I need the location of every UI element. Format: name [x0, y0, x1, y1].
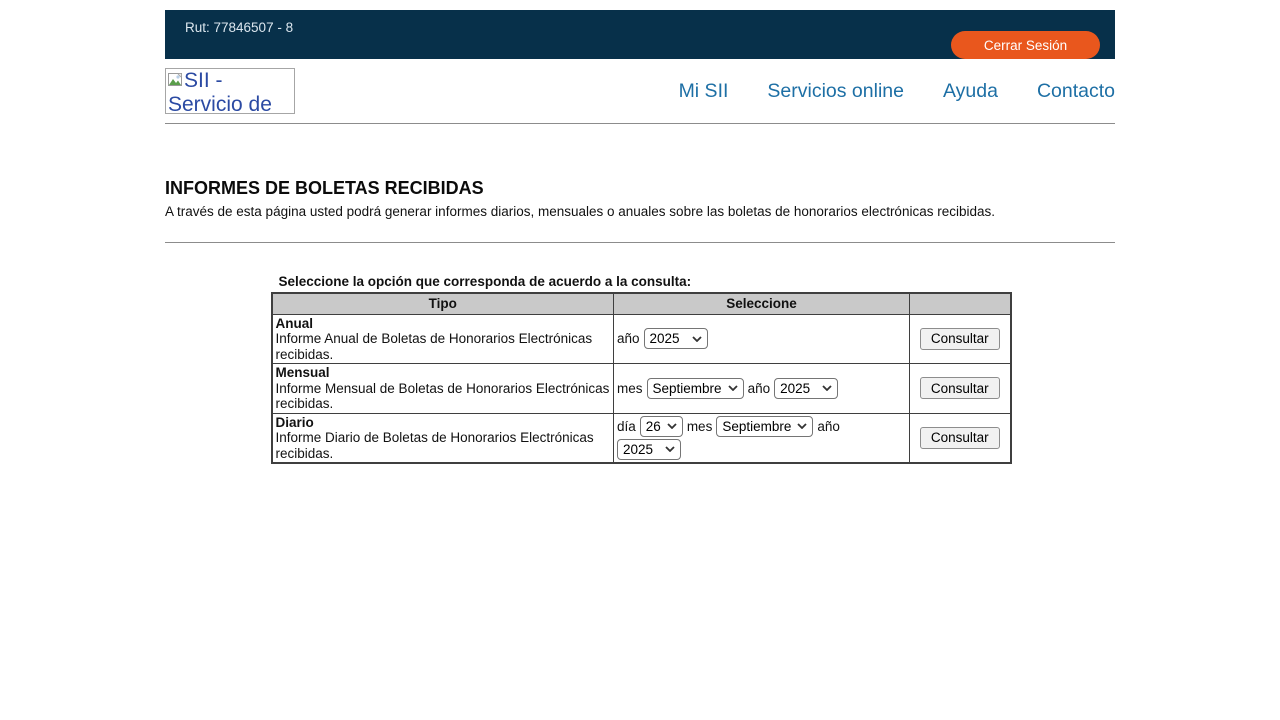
broken-logo-image: SII - Servicio de	[165, 68, 295, 114]
mensual-description: Informe Mensual de Boletas de Honorarios…	[276, 381, 610, 412]
broken-image-icon	[168, 69, 183, 93]
mensual-consultar-button[interactable]: Consultar	[920, 377, 1000, 399]
anual-action-cell: Consultar	[910, 314, 1011, 364]
mensual-year-value: 2025	[780, 381, 810, 396]
diario-month-value: Septiembre	[722, 419, 791, 434]
sii-logo-link[interactable]: SII - Servicio de	[165, 68, 295, 114]
column-header-actions	[910, 293, 1011, 314]
chevron-down-icon	[728, 385, 738, 391]
logout-button[interactable]: Cerrar Sesión	[951, 31, 1100, 59]
mensual-type-cell: Mensual Informe Mensual de Boletas de Ho…	[272, 364, 614, 414]
anual-select-cell: año 2025	[614, 314, 910, 364]
content-divider	[165, 242, 1115, 243]
session-bar: Rut: 77846507 - 8 Cerrar Sesión	[165, 10, 1115, 59]
mensual-type-label: Mensual	[276, 365, 330, 380]
site-header: SII - Servicio de Mi SII Servicios onlin…	[165, 59, 1115, 123]
anual-type-cell: Anual Informe Anual de Boletas de Honora…	[272, 314, 614, 364]
page-title: INFORMES DE BOLETAS RECIBIDAS	[165, 178, 1115, 199]
diario-day-select[interactable]: 26	[640, 416, 683, 437]
page-container: Rut: 77846507 - 8 Cerrar Sesión SII - Se…	[165, 10, 1115, 464]
nav-ayuda[interactable]: Ayuda	[943, 80, 998, 103]
nav-mi-sii[interactable]: Mi SII	[679, 80, 729, 103]
mensual-action-cell: Consultar	[910, 364, 1011, 414]
consult-section: Seleccione la opción que corresponda de …	[271, 274, 1010, 464]
diario-year-value: 2025	[623, 442, 653, 457]
header-divider	[165, 123, 1115, 124]
table-row-diario: Diario Informe Diario de Boletas de Hono…	[272, 413, 1011, 463]
mensual-month-label: mes	[617, 381, 643, 396]
anual-year-value: 2025	[650, 331, 680, 346]
diario-year-select[interactable]: 2025	[617, 439, 681, 460]
anual-description: Informe Anual de Boletas de Honorarios E…	[276, 331, 593, 362]
table-header-row: Tipo Seleccione	[272, 293, 1011, 314]
nav-contacto[interactable]: Contacto	[1037, 80, 1115, 103]
page-subtitle: A través de esta página usted podrá gene…	[165, 204, 1115, 219]
anual-year-select[interactable]: 2025	[644, 328, 708, 349]
table-row-anual: Anual Informe Anual de Boletas de Honora…	[272, 314, 1011, 364]
anual-type-label: Anual	[276, 316, 314, 331]
diario-type-cell: Diario Informe Diario de Boletas de Hono…	[272, 413, 614, 463]
diario-day-label: día	[617, 419, 636, 434]
table-row-mensual: Mensual Informe Mensual de Boletas de Ho…	[272, 364, 1011, 414]
diario-consultar-button[interactable]: Consultar	[920, 427, 1000, 449]
mensual-month-select[interactable]: Septiembre	[647, 378, 744, 399]
chevron-down-icon	[665, 446, 675, 452]
chevron-down-icon	[692, 336, 702, 342]
diario-year-label: año	[817, 419, 840, 434]
nav-servicios-online[interactable]: Servicios online	[767, 80, 904, 103]
anual-year-label: año	[617, 331, 640, 346]
mensual-year-label: año	[748, 381, 771, 396]
diario-select-cell: día 26 mes Septiembre año	[614, 413, 910, 463]
rut-label: Rut: 77846507 - 8	[185, 20, 293, 35]
mensual-select-cell: mes Septiembre año 2025	[614, 364, 910, 414]
diario-description: Informe Diario de Boletas de Honorarios …	[276, 430, 594, 461]
instruction-text: Seleccione la opción que corresponda de …	[271, 274, 1010, 289]
chevron-down-icon	[822, 385, 832, 391]
diario-month-label: mes	[687, 419, 713, 434]
column-header-tipo: Tipo	[272, 293, 614, 314]
diario-day-value: 26	[646, 419, 661, 434]
diario-month-select[interactable]: Septiembre	[716, 416, 813, 437]
reports-table: Tipo Seleccione Anual Informe Anual de B…	[271, 292, 1012, 464]
diario-action-cell: Consultar	[910, 413, 1011, 463]
diario-type-label: Diario	[276, 415, 314, 430]
chevron-down-icon	[667, 423, 677, 429]
mensual-year-select[interactable]: 2025	[774, 378, 838, 399]
chevron-down-icon	[797, 423, 807, 429]
main-nav: Mi SII Servicios online Ayuda Contacto	[679, 80, 1115, 103]
anual-consultar-button[interactable]: Consultar	[920, 328, 1000, 350]
logo-alt-text: SII - Servicio de	[168, 69, 272, 114]
mensual-month-value: Septiembre	[653, 381, 722, 396]
column-header-seleccione: Seleccione	[614, 293, 910, 314]
